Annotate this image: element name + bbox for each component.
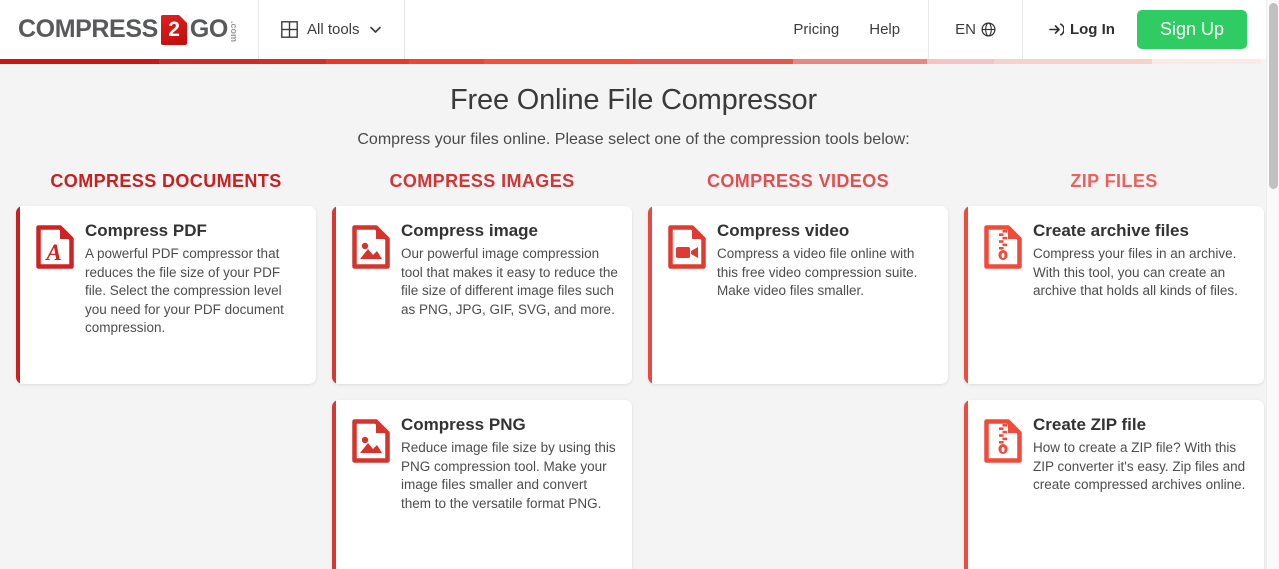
pdf-file-icon: A: [29, 220, 81, 370]
logo-part-1: COMPRESS: [18, 15, 158, 43]
card-description: A powerful PDF compressor that reduces t…: [85, 246, 284, 336]
card-accent-bar: [16, 206, 20, 384]
card-body: Create ZIP file How to create a ZIP file?…: [1029, 414, 1250, 564]
nav-link-help[interactable]: Help: [869, 21, 900, 38]
card-title: Compress PNG: [401, 415, 526, 434]
column-heading: COMPRESS IMAGES: [389, 171, 575, 191]
card-title: Compress PDF: [85, 221, 207, 240]
scrollbar-thumb[interactable]: [1269, 3, 1278, 189]
all-tools-label: All tools: [306, 21, 360, 38]
card-title: Create ZIP file: [1033, 415, 1147, 434]
card-accent-bar: [964, 206, 968, 384]
tool-card[interactable]: Compress PNG Reduce image file size by us…: [332, 400, 632, 569]
logo-text: COMPRESS 2 GO .com: [18, 14, 239, 45]
card-description: How to create a ZIP file? With this ZIP …: [1033, 440, 1246, 493]
logo-part-2: GO: [189, 15, 228, 43]
image-file-icon: [345, 220, 397, 370]
card-description: Reduce image file size by using this PNG…: [401, 440, 616, 511]
signup-button[interactable]: Sign Up: [1136, 10, 1247, 49]
header-nav: Pricing Help: [765, 0, 928, 59]
auth-area: Log In Sign Up: [1023, 0, 1267, 59]
tool-card[interactable]: Create archive files Compress your files …: [964, 206, 1264, 384]
login-arrow-icon: [1049, 22, 1065, 37]
chevron-down-icon: [369, 23, 382, 36]
header-divider-2: [403, 0, 405, 59]
card-body: Compress image Our powerful image compres…: [397, 220, 618, 370]
main-content: Free Online File Compressor Compress you…: [0, 64, 1267, 569]
column-heading: ZIP FILES: [1070, 171, 1158, 191]
zip-file-icon: [977, 220, 1029, 370]
card-accent-bar: [332, 206, 336, 384]
logo-badge-2: 2: [160, 14, 187, 45]
card-description: Compress your files in an archive. With …: [1033, 246, 1238, 299]
card-body: Compress PDF A powerful PDF compressor th…: [81, 220, 302, 370]
video-file-icon: [661, 220, 713, 370]
grid-icon: [281, 21, 298, 38]
tool-card[interactable]: A Compress PDF A powerful PDF compressor t…: [16, 206, 316, 384]
logo-suffix: .com: [228, 20, 239, 42]
column-heading: COMPRESS DOCUMENTS: [50, 171, 282, 191]
all-tools-menu[interactable]: All tools: [259, 0, 404, 59]
card-description: Our powerful image compression tool that…: [401, 246, 618, 317]
page-subtitle: Compress your files online. Please selec…: [357, 131, 910, 148]
tool-column-1: COMPRESS IMAGES Compress image Our powerfu…: [324, 171, 640, 569]
card-title: Compress video: [717, 221, 850, 240]
card-body: Compress video Compress a video file onli…: [713, 220, 934, 370]
tool-column-3: ZIP FILES Create archive files Compress yo…: [956, 171, 1272, 569]
language-label: EN: [955, 21, 976, 38]
vertical-scrollbar[interactable]: [1266, 0, 1279, 569]
nav-link-pricing[interactable]: Pricing: [793, 21, 839, 38]
card-title: Create archive files: [1033, 221, 1189, 240]
site-logo[interactable]: COMPRESS 2 GO .com: [0, 0, 258, 59]
globe-icon: [981, 22, 996, 37]
card-title: Compress image: [401, 221, 538, 240]
language-selector[interactable]: EN: [929, 0, 1022, 59]
card-description: Compress a video file online with this f…: [717, 246, 918, 299]
zip-file-icon: [977, 414, 1029, 564]
tool-column-2: COMPRESS VIDEOS Compress video Compress a …: [640, 171, 956, 569]
card-accent-bar: [332, 400, 336, 569]
tool-card[interactable]: Compress image Our powerful image compres…: [332, 206, 632, 384]
login-label: Log In: [1069, 21, 1115, 38]
page-root: COMPRESS 2 GO .com All tools Pricing Hel…: [0, 0, 1279, 569]
tool-card[interactable]: Create ZIP file How to create a ZIP file?…: [964, 400, 1264, 569]
tool-card[interactable]: Compress video Compress a video file onli…: [648, 206, 948, 384]
tool-column-0: COMPRESS DOCUMENTS A Compress PDF A powerfu…: [8, 171, 324, 569]
svg-text:A: A: [44, 240, 61, 265]
column-heading: COMPRESS VIDEOS: [706, 171, 890, 191]
card-body: Create archive files Compress your files …: [1029, 220, 1250, 370]
page-title: Free Online File Compressor: [450, 84, 817, 116]
card-accent-bar: [964, 400, 968, 569]
image-file-icon: [345, 414, 397, 564]
site-header: COMPRESS 2 GO .com All tools Pricing Hel…: [0, 0, 1267, 59]
card-accent-bar: [648, 206, 652, 384]
card-body: Compress PNG Reduce image file size by us…: [397, 414, 618, 564]
tool-columns: COMPRESS DOCUMENTS A Compress PDF A powerfu…: [0, 171, 1267, 569]
login-button[interactable]: Log In: [1049, 21, 1115, 38]
